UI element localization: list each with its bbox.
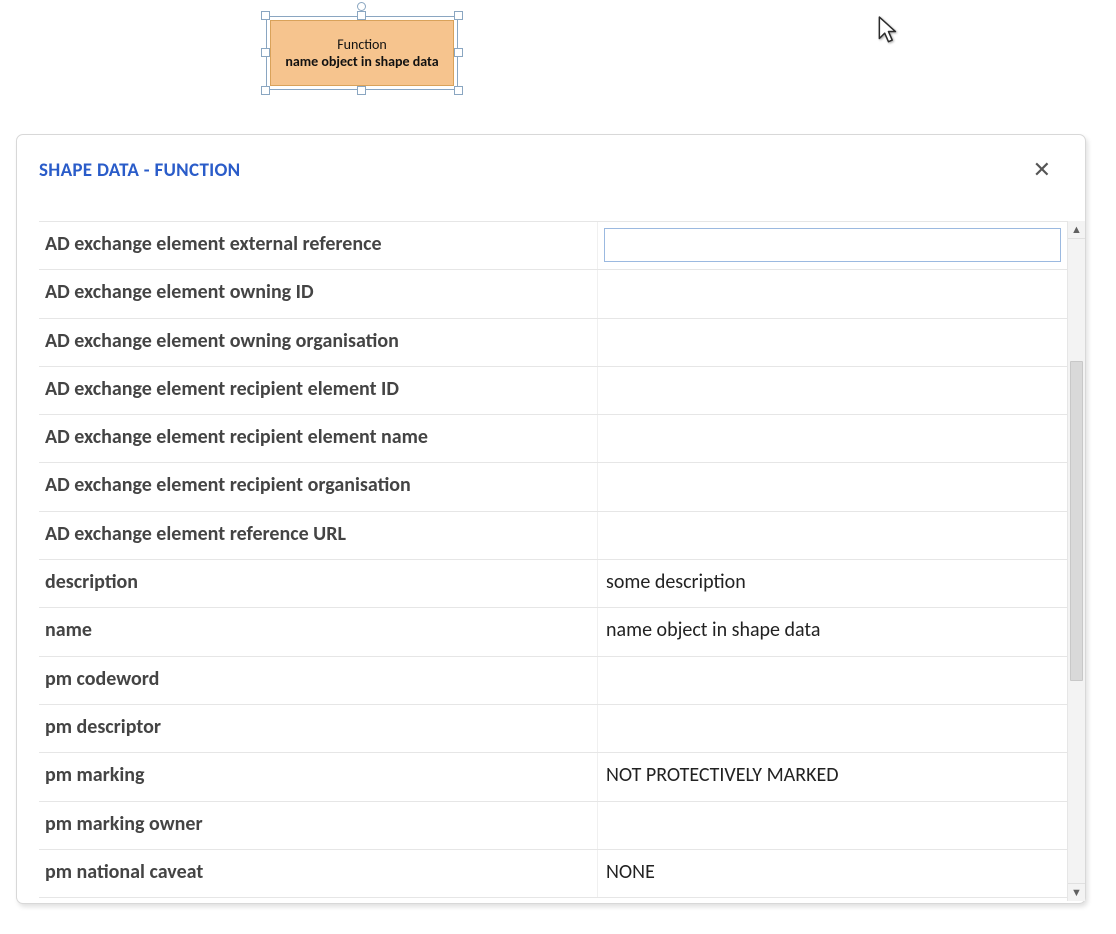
scroll-up-button[interactable]: ▲ (1068, 221, 1085, 239)
property-label: pm marking (39, 753, 597, 800)
property-value-input[interactable] (604, 228, 1061, 262)
resize-handle-mr[interactable] (454, 48, 463, 57)
property-value[interactable] (597, 463, 1067, 510)
property-value[interactable]: name object in shape data (597, 608, 1067, 655)
property-label: pm marking owner (39, 802, 597, 849)
property-label: AD exchange element owning organisation (39, 319, 597, 366)
property-label: pm descriptor (39, 705, 597, 752)
table-row[interactable]: AD exchange element recipient organisati… (39, 463, 1067, 511)
property-value[interactable] (597, 705, 1067, 752)
table-row[interactable]: AD exchange element reference URL (39, 512, 1067, 560)
close-button[interactable]: ✕ (1029, 157, 1055, 183)
property-label: AD exchange element external reference (39, 222, 597, 269)
function-shape-body[interactable]: Function name object in shape data (270, 20, 454, 86)
property-value[interactable]: NOT PROTECTIVELY MARKED (597, 753, 1067, 800)
property-label: AD exchange element recipient element ID (39, 367, 597, 414)
property-label: AD exchange element owning ID (39, 270, 597, 317)
property-label: description (39, 560, 597, 607)
property-label: AD exchange element reference URL (39, 512, 597, 559)
scroll-down-button[interactable]: ▼ (1068, 883, 1085, 901)
property-label: AD exchange element recipient organisati… (39, 463, 597, 510)
property-value[interactable] (597, 657, 1067, 704)
property-value[interactable] (597, 512, 1067, 559)
shape-data-panel: SHAPE DATA - FUNCTION ✕ AD exchange elem… (16, 134, 1086, 904)
resize-handle-tm[interactable] (357, 11, 366, 20)
panel-title: SHAPE DATA - FUNCTION (39, 159, 240, 182)
property-value[interactable]: some description (597, 560, 1067, 607)
table-row[interactable]: pm codeword (39, 657, 1067, 705)
resize-handle-bm[interactable] (357, 86, 366, 95)
shape-type-label: Function (285, 36, 438, 54)
table-row[interactable]: pm national caveatNONE (39, 850, 1067, 898)
table-row[interactable]: AD exchange element owning organisation (39, 319, 1067, 367)
scroll-thumb[interactable] (1070, 361, 1083, 681)
table-row[interactable]: pm descriptor (39, 705, 1067, 753)
shape-name-label: name object in shape data (285, 53, 438, 71)
mouse-cursor-icon (878, 16, 900, 46)
property-value[interactable]: NONE (597, 850, 1067, 897)
property-value[interactable] (597, 802, 1067, 849)
table-row[interactable]: pm markingNOT PROTECTIVELY MARKED (39, 753, 1067, 801)
resize-handle-br[interactable] (454, 86, 463, 95)
table-row[interactable]: AD exchange element external reference (39, 222, 1067, 270)
property-value[interactable] (597, 222, 1067, 269)
selected-shape[interactable]: Function name object in shape data (260, 10, 464, 96)
table-row[interactable]: AD exchange element recipient element ID (39, 367, 1067, 415)
shape-data-panel-header: SHAPE DATA - FUNCTION ✕ (39, 157, 1085, 183)
rotate-handle-icon[interactable] (357, 2, 366, 11)
property-table-wrap: AD exchange element external referenceAD… (39, 221, 1085, 901)
table-row[interactable]: AD exchange element owning ID (39, 270, 1067, 318)
table-row[interactable]: descriptionsome description (39, 560, 1067, 608)
property-label: pm codeword (39, 657, 597, 704)
table-row[interactable]: namename object in shape data (39, 608, 1067, 656)
resize-handle-tr[interactable] (454, 11, 463, 20)
vertical-scrollbar[interactable]: ▲ ▼ (1067, 221, 1085, 901)
property-label: name (39, 608, 597, 655)
property-value[interactable] (597, 319, 1067, 366)
property-label: AD exchange element recipient element na… (39, 415, 597, 462)
resize-handle-bl[interactable] (261, 86, 270, 95)
table-row[interactable]: pm marking owner (39, 802, 1067, 850)
property-label: pm national caveat (39, 850, 597, 897)
property-value[interactable] (597, 270, 1067, 317)
property-value[interactable] (597, 415, 1067, 462)
property-value[interactable] (597, 367, 1067, 414)
property-table: AD exchange element external referenceAD… (39, 221, 1067, 901)
resize-handle-tl[interactable] (261, 11, 270, 20)
table-row[interactable]: AD exchange element recipient element na… (39, 415, 1067, 463)
resize-handle-ml[interactable] (261, 48, 270, 57)
